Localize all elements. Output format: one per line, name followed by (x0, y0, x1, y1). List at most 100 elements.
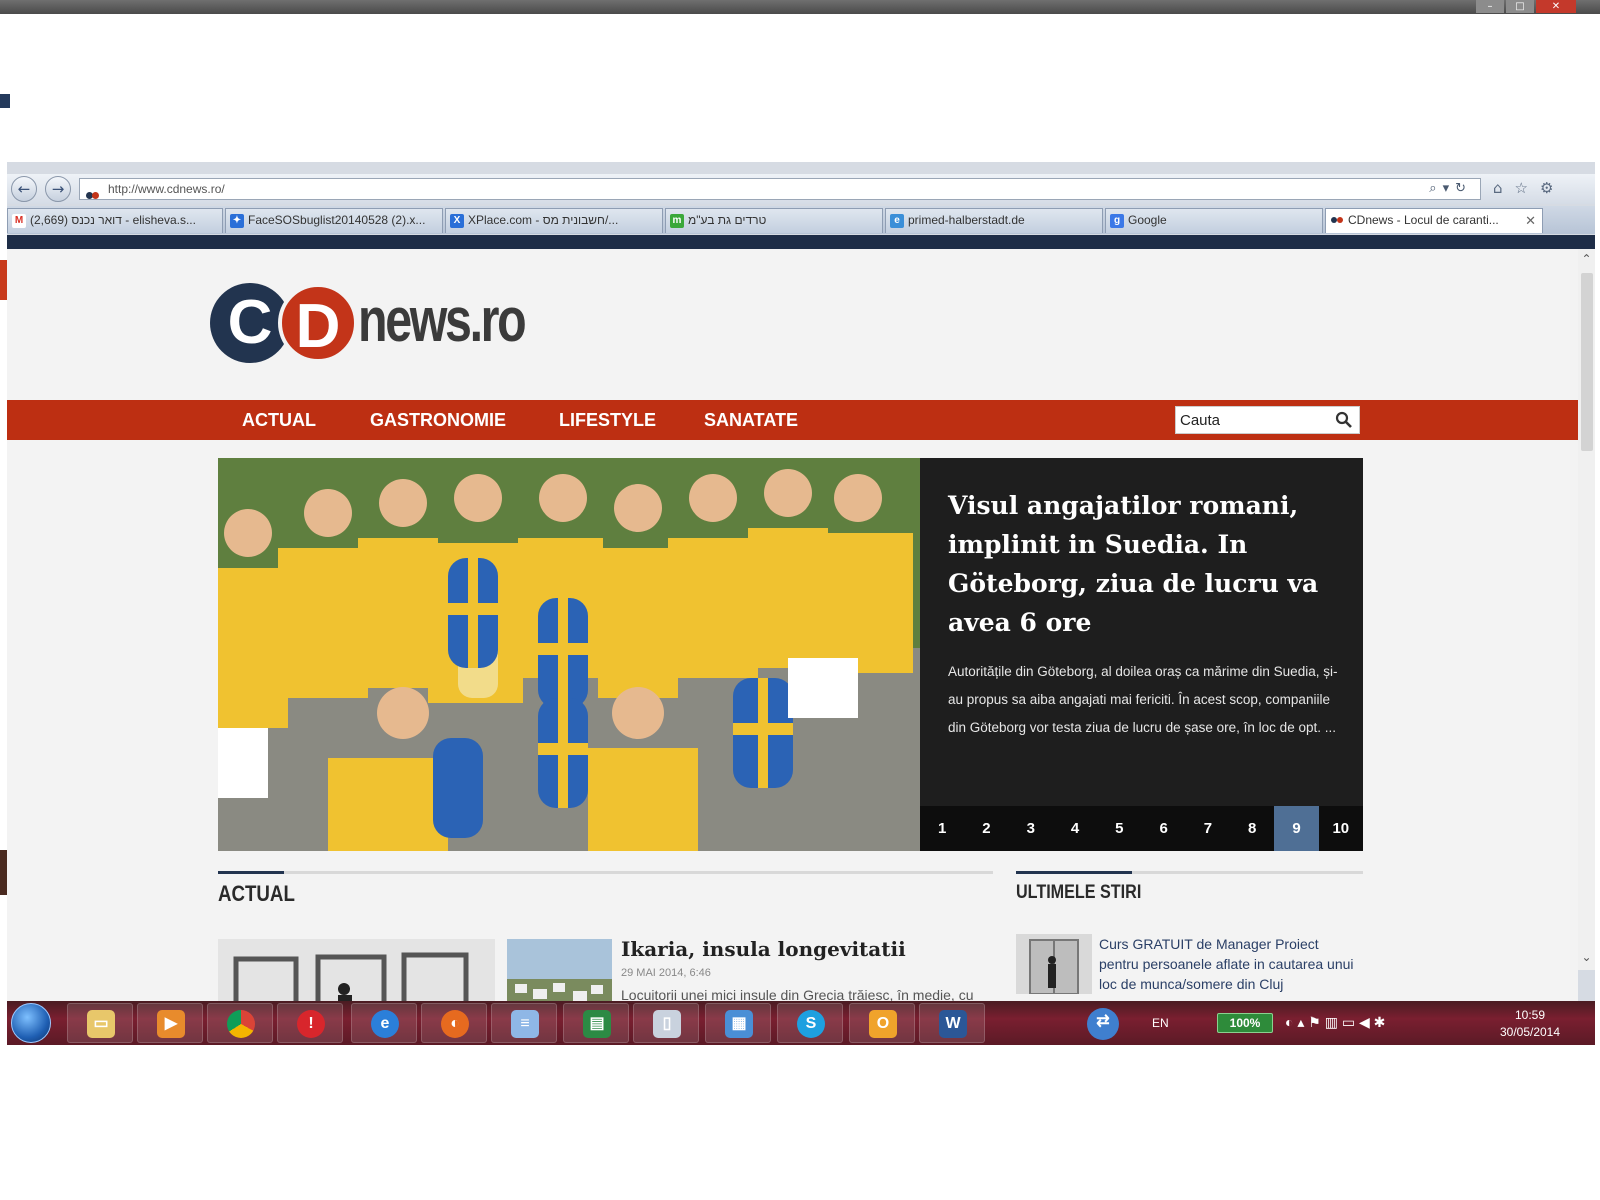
thumbnail-image (1016, 934, 1092, 994)
hero-image[interactable] (218, 458, 920, 851)
forward-button[interactable]: → (45, 176, 71, 202)
pager-item[interactable]: 6 (1141, 806, 1185, 851)
taskbar-chrome[interactable] (207, 1003, 273, 1043)
browser-toolbar-icons[interactable]: ⌂☆⚙ (1493, 179, 1565, 197)
ie-page-icon: e (890, 214, 904, 228)
pager-item[interactable]: 1 (920, 806, 964, 851)
browser-tab[interactable]: m טרדים גת בע"מ (665, 208, 883, 233)
address-tools[interactable]: ⌕▾↻ (1429, 181, 1472, 196)
skype-icon: S (797, 1010, 825, 1038)
browser-tab[interactable]: M דואר נכנס (2,669) - elisheva.s... (7, 208, 223, 233)
taskbar-explorer[interactable]: ▭ (67, 1003, 133, 1043)
taskbar-skype[interactable]: S (777, 1003, 843, 1043)
close-window-button[interactable]: ✕ (1536, 0, 1576, 13)
taskbar-media-player[interactable]: ▶ (137, 1003, 203, 1043)
tab-label: primed-halberstadt.de (908, 213, 1025, 227)
menu-item-lifestyle[interactable]: LIFESTYLE (559, 400, 656, 440)
tab-label: FaceSOSbuglist20140528 (2).x... (248, 213, 426, 227)
logo-d: D (278, 283, 358, 363)
browser-tab[interactable]: ✦ FaceSOSbuglist20140528 (2).x... (225, 208, 443, 233)
taskbar: ▭ ▶ ! e ◐ ≡ ▤ ▯ ▦ S O W ⇄ EN 100% ◐ ▴ ⚑ … (7, 1001, 1595, 1045)
taskbar-notepad[interactable]: ≡ (491, 1003, 557, 1043)
scroll-up-icon[interactable]: ⌃ (1578, 251, 1595, 267)
pager-item[interactable]: 7 (1186, 806, 1230, 851)
search-box (1175, 406, 1360, 434)
pager-item[interactable]: 8 (1230, 806, 1274, 851)
taskbar-firefox[interactable]: ◐ (421, 1003, 487, 1043)
hero-title[interactable]: Visul angajatilor romani, implinit in Su… (948, 486, 1338, 642)
page-top-bar (7, 235, 1595, 249)
menu-item-gastronomie[interactable]: GASTRONOMIE (370, 400, 506, 440)
background-window-edge (0, 94, 10, 108)
main-menu: ACTUAL GASTRONOMIE LIFESTYLE SANATATE (7, 400, 1578, 440)
start-button[interactable] (11, 1003, 51, 1043)
monitor-icon: ▤ (583, 1010, 611, 1038)
taskbar-control-panel[interactable]: ▦ (705, 1003, 771, 1043)
address-bar[interactable]: http://www.cdnews.ro/ ⌕▾↻ (79, 178, 1481, 200)
browser-tab[interactable]: g Google (1105, 208, 1323, 233)
chrome-icon (227, 1010, 255, 1038)
article-title[interactable]: Ikaria, insula longevitatii (621, 937, 906, 961)
news-item-title[interactable]: Curs GRATUIT de Manager Proiect pentru p… (1099, 934, 1359, 994)
minimize-button[interactable]: – (1476, 0, 1504, 13)
pager-item[interactable]: 2 (964, 806, 1008, 851)
xplace-icon: X (450, 214, 464, 228)
taskbar-task-manager[interactable]: ▤ (563, 1003, 629, 1043)
pager-item[interactable]: 4 (1053, 806, 1097, 851)
browser-tab[interactable]: X XPlace.com - חשבונית מס/... (445, 208, 663, 233)
taskbar-outlook[interactable]: O (849, 1003, 915, 1043)
vertical-scrollbar[interactable]: ⌃ ⌄ (1578, 249, 1595, 970)
pager-item[interactable]: 5 (1097, 806, 1141, 851)
taskbar-word[interactable]: W (919, 1003, 985, 1043)
cdnews-icon (1330, 214, 1344, 228)
clock-time: 10:59 (1514, 1008, 1546, 1022)
hero-excerpt: Autoritățile din Göteborg, al doilea ora… (948, 664, 1338, 735)
search-icon[interactable] (1335, 411, 1353, 429)
taskbar-device[interactable]: ▯ (633, 1003, 699, 1043)
browser-tab-active[interactable]: CDnews - Locul de caranti... ✕ (1325, 208, 1543, 233)
section-divider (218, 871, 993, 874)
section-divider-accent (218, 871, 284, 874)
menu-item-actual[interactable]: ACTUAL (242, 400, 316, 440)
taskbar-app-red[interactable]: ! (277, 1003, 343, 1043)
pager-item-active[interactable]: 9 (1274, 806, 1319, 851)
firefox-icon: ◐ (441, 1010, 469, 1038)
back-button[interactable]: ← (11, 176, 37, 202)
pager-item[interactable]: 10 (1319, 806, 1363, 851)
dropbox-icon: ✦ (230, 214, 244, 228)
window-title-strip (0, 0, 1600, 14)
tab-label: טרדים גת בע"מ (688, 213, 767, 227)
tab-label: CDnews - Locul de caranti... (1348, 213, 1499, 227)
hero-caption-panel: Visul angajatilor romani, implinit in Su… (920, 458, 1363, 851)
logo-text: news.ro (358, 286, 527, 355)
maximize-button[interactable]: □ (1506, 0, 1534, 13)
gmail-icon: M (12, 214, 26, 228)
system-clock[interactable]: 10:59 30/05/2014 (1495, 1007, 1565, 1041)
article-date: 29 MAI 2014, 6:46 (621, 967, 711, 979)
language-indicator[interactable]: EN (1152, 1016, 1169, 1030)
taskbar-internet-explorer[interactable]: e (351, 1003, 417, 1043)
document-icon: ≡ (511, 1010, 539, 1038)
tray-icons[interactable]: ◐ ▴ ⚑ ▥ ▭ ◀ ✱ (1285, 1014, 1385, 1031)
news-thumbnail[interactable] (1016, 934, 1092, 994)
network-alert-icon[interactable]: ⇄ (1087, 1008, 1119, 1040)
hero-photo (218, 458, 920, 851)
app-icon: ! (297, 1010, 325, 1038)
web-page: C D news.ro ACTUAL GASTRONOMIE LIFESTYLE… (7, 249, 1578, 1045)
pager-item[interactable]: 3 (1009, 806, 1053, 851)
scroll-thumb[interactable] (1581, 273, 1593, 451)
google-icon: g (1110, 214, 1124, 228)
menu-item-sanatate[interactable]: SANATATE (704, 400, 798, 440)
close-tab-icon[interactable]: ✕ (1525, 209, 1536, 232)
section-title-actual[interactable]: ACTUAL (218, 881, 295, 907)
browser-tab[interactable]: e primed-halberstadt.de (885, 208, 1103, 233)
scroll-down-icon[interactable]: ⌄ (1578, 949, 1595, 965)
phone-icon: ▯ (653, 1010, 681, 1038)
search-input[interactable] (1180, 409, 1330, 431)
folder-icon: ▭ (87, 1010, 115, 1038)
tab-label: דואר נכנס (2,669) - elisheva.s... (30, 213, 196, 227)
address-url: http://www.cdnews.ro/ (108, 182, 225, 196)
section-title-latest[interactable]: ULTIMELE STIRI (1016, 882, 1141, 904)
battery-indicator[interactable]: 100% (1217, 1013, 1273, 1033)
tab-label: XPlace.com - חשבונית מס/... (468, 213, 619, 227)
